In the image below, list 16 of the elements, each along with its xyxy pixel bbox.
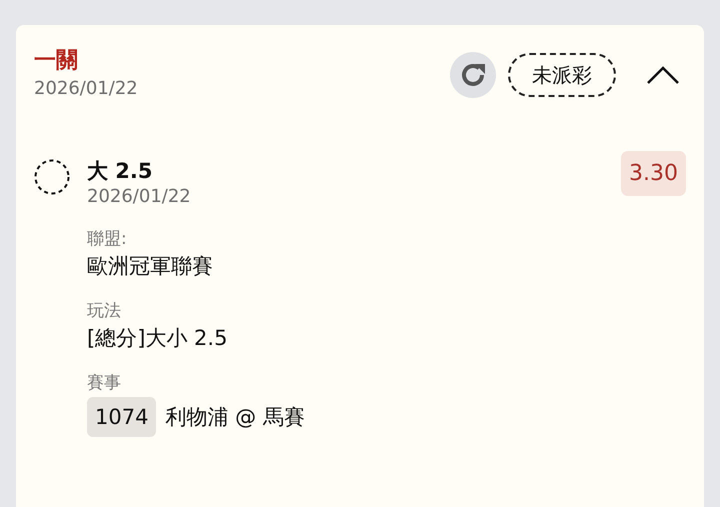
selection-date: 2026/01/22	[87, 185, 192, 209]
selection-name: 大 2.5	[87, 158, 154, 185]
dashed-circle-icon	[34, 159, 70, 195]
field-label: 賽事	[87, 372, 122, 395]
match-code: 1074	[87, 397, 156, 437]
bet-date: 2026/01/22	[34, 77, 139, 101]
field-label: 聯盟:	[87, 228, 128, 251]
caret-icon[interactable]	[646, 64, 680, 86]
status-badge: 未派彩	[508, 53, 616, 97]
refresh-button[interactable]	[450, 52, 496, 98]
field-value: [總分]大小 2.5	[87, 325, 228, 352]
field-label: 玩法	[87, 300, 122, 323]
odds-badge: 3.30	[621, 151, 686, 196]
bet-type-title: 一關	[34, 47, 79, 75]
field-value: 利物浦 @ 馬賽	[165, 404, 305, 431]
field-value: 歐洲冠軍聯賽	[87, 253, 214, 280]
